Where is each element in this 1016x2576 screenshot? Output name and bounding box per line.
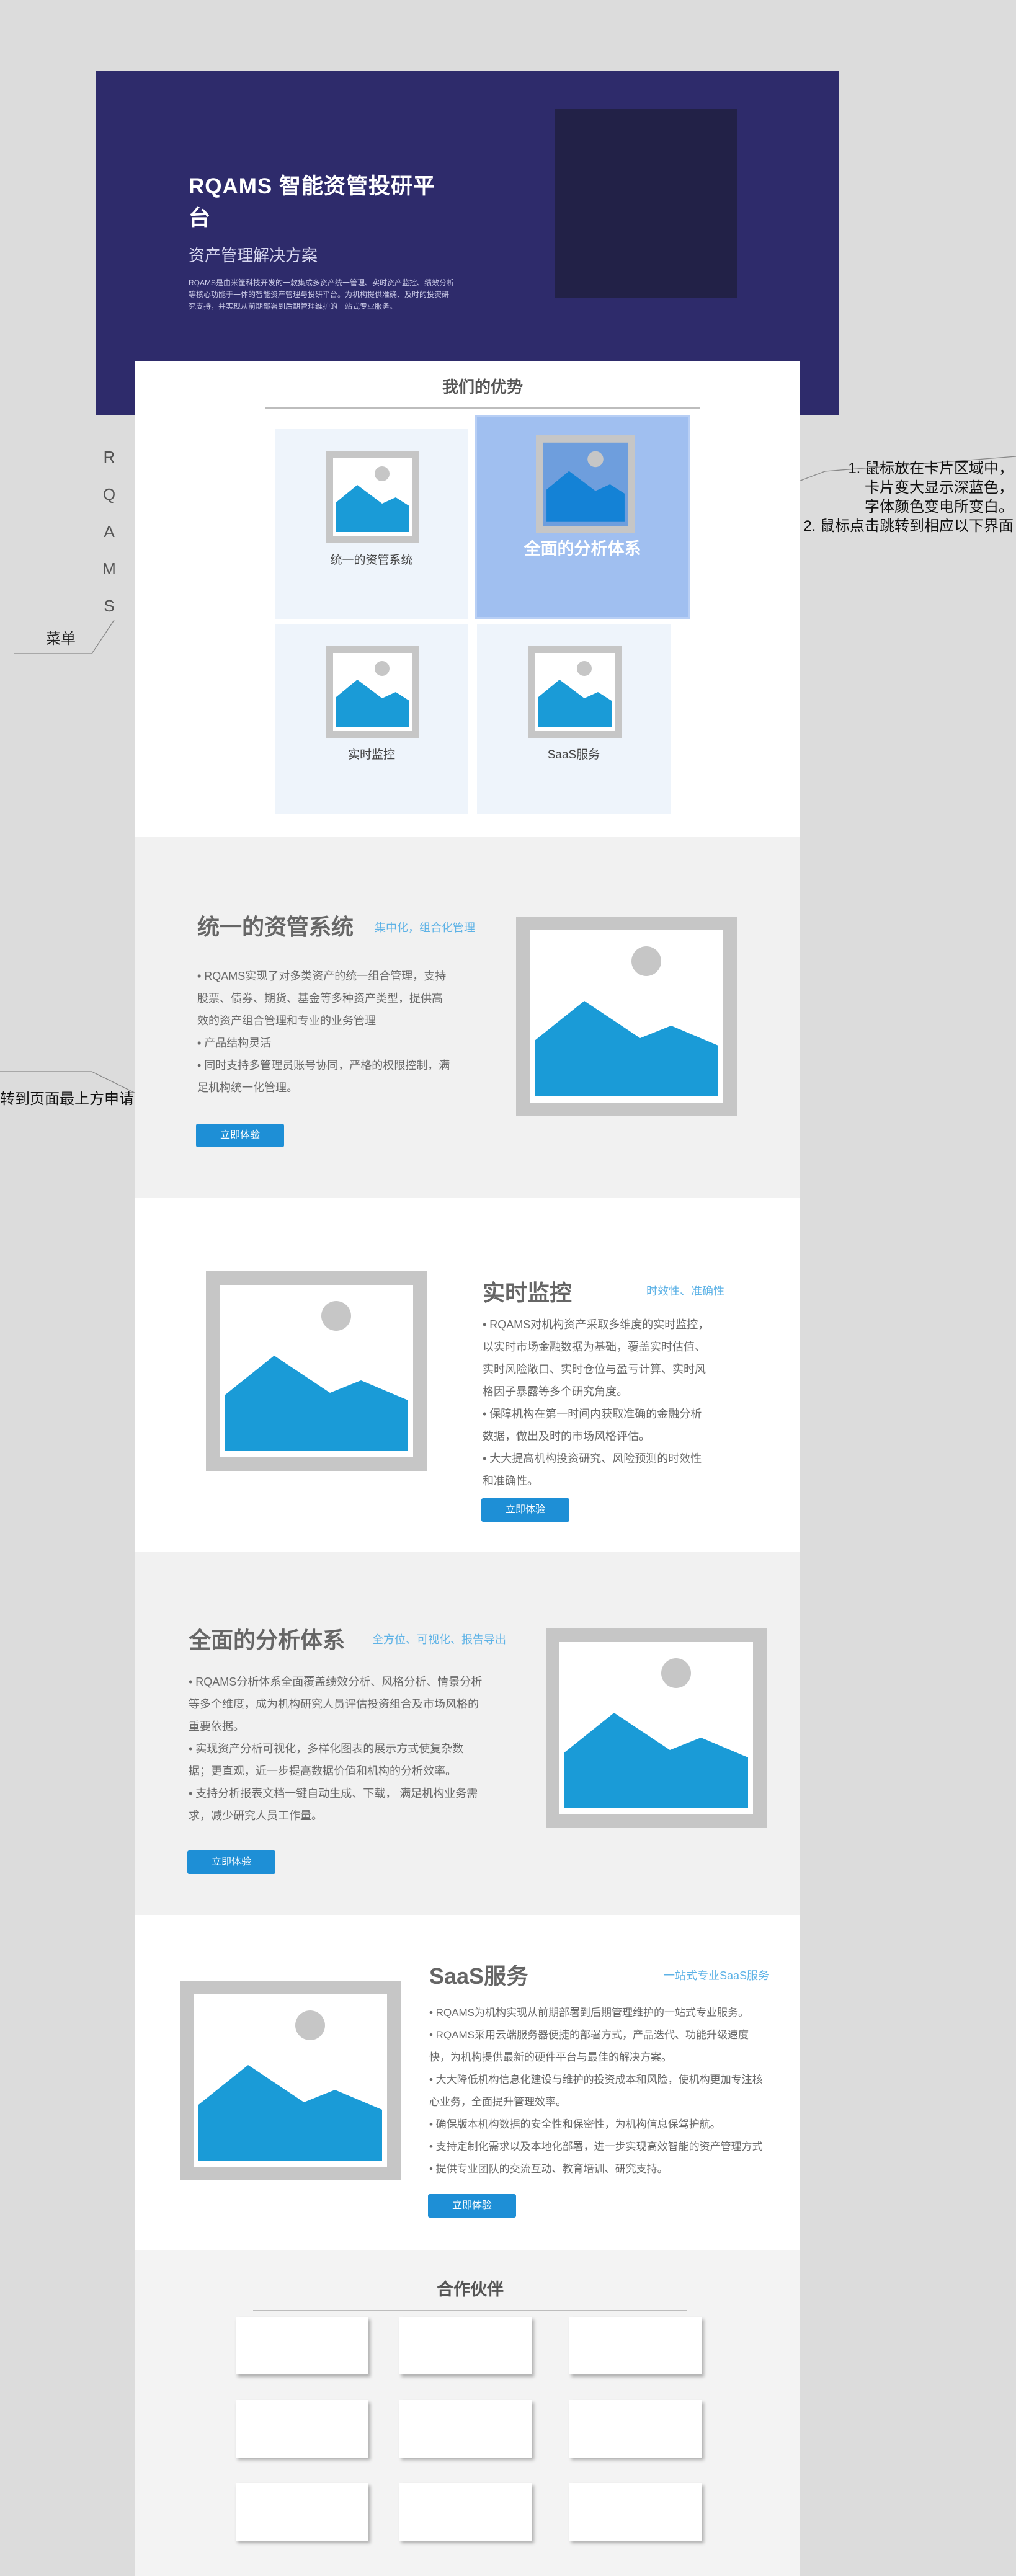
try-now-button[interactable]: 立即体验 xyxy=(428,2194,516,2218)
body-line: 等多个维度，成为机构研究人员评估投资组合及市场风格的 xyxy=(189,1698,479,1710)
body-line: • 产品结构灵活 xyxy=(197,1037,272,1049)
body-line: 格因子暴露等多个研究角度。 xyxy=(483,1385,628,1398)
hero-text: RQAMS 智能资管投研平台 资产管理解决方案 RQAMS是由米筐科技开发的一款… xyxy=(189,169,455,313)
section-analysis: 全面的分析体系 全方位、可视化、报告导出 • RQAMS分析体系全面覆盖绩效分析… xyxy=(135,1552,800,1915)
body-line: • RQAMS分析体系全面覆盖绩效分析、风格分析、情景分析 xyxy=(189,1676,483,1688)
section-title: 统一的资管系统 xyxy=(197,914,354,939)
advantage-card-analysis[interactable]: 全面的分析体系 xyxy=(475,415,690,619)
body-line: 心业务，全面提升管理效率。 xyxy=(429,2096,566,2108)
image-placeholder-icon xyxy=(326,646,419,738)
body-line: • RQAMS为机构实现从前期部署到后期管理维护的一站式专业服务。 xyxy=(429,2007,749,2019)
partner-logo[interactable] xyxy=(569,2400,702,2458)
body-line: 足机构统一化管理。 xyxy=(197,1081,298,1094)
partner-logo[interactable] xyxy=(236,2483,368,2541)
body-line: • 提供专业团队的交流互动、教育培训、研究支持。 xyxy=(429,2163,668,2175)
annotation-line: 2. 鼠标点击跳转到相应以下界面 xyxy=(803,518,1014,535)
partner-logo[interactable] xyxy=(236,2400,368,2458)
partner-logo[interactable] xyxy=(236,2317,368,2374)
image-placeholder-icon xyxy=(546,1628,767,1828)
advantage-card-label: SaaS服务 xyxy=(547,748,600,762)
body-line: • 大大提高机构投资研究、风险预测的时效性 xyxy=(483,1452,702,1465)
image-placeholder-icon xyxy=(206,1271,427,1471)
section-body: • RQAMS分析体系全面覆盖绩效分析、风格分析、情景分析 等多个维度，成为机构… xyxy=(189,1671,482,1827)
body-line: • 保障机构在第一时间内获取准确的金融分析 xyxy=(483,1408,702,1420)
advantage-card-unified[interactable]: 统一的资管系统 xyxy=(275,429,468,619)
section-body: • RQAMS实现了对多类资产的统一组合管理，支持 股票、债券、期货、基金等多种… xyxy=(197,965,450,1099)
hero-subtitle: 资产管理解决方案 xyxy=(189,246,318,265)
side-menu-letter[interactable]: M xyxy=(102,559,116,597)
side-menu-letter[interactable]: R xyxy=(102,448,116,485)
body-line: 实时风险敞口、实时仓位与盈亏计算、实时风 xyxy=(483,1363,706,1375)
annotation-line: 1. 鼠标放在卡片区域中， xyxy=(848,460,1014,477)
hero-title: RQAMS 智能资管投研平台 xyxy=(189,174,436,230)
section-title: SaaS服务 xyxy=(429,1963,529,1989)
try-now-button[interactable]: 立即体验 xyxy=(196,1124,284,1147)
body-line: • RQAMS采用云端服务器便捷的部署方式，产品迭代、功能升级速度 xyxy=(429,2029,749,2041)
partner-logo[interactable] xyxy=(399,2483,532,2541)
advantage-card-label: 统一的资管系统 xyxy=(330,554,413,567)
partners-section: 合作伙伴 xyxy=(135,2250,800,2576)
try-now-button[interactable]: 立即体验 xyxy=(187,1850,275,1874)
partner-logo[interactable] xyxy=(399,2400,532,2458)
body-line: • 实现资产分析可视化，多样化图表的展示方式使复杂数 xyxy=(189,1743,464,1755)
section-tag: 一站式专业SaaS服务 xyxy=(664,1970,770,1982)
apply-annotation: 转到页面最上方申请 xyxy=(0,1091,134,1108)
section-title: 全面的分析体系 xyxy=(189,1627,345,1653)
section-saas: SaaS服务 一站式专业SaaS服务 • RQAMS为机构实现从前期部署到后期管… xyxy=(135,1915,800,2250)
image-placeholder-icon xyxy=(528,646,622,738)
image-placeholder-icon xyxy=(516,917,737,1116)
body-line: • RQAMS对机构资产采取多维度的实时监控， xyxy=(483,1318,710,1331)
body-line: 效的资产组合管理和专业的业务管理 xyxy=(197,1015,376,1027)
body-line: 数据，做出及时的市场风格评估。 xyxy=(483,1430,650,1442)
image-placeholder-icon xyxy=(536,435,635,533)
partner-logo[interactable] xyxy=(399,2317,532,2374)
body-line: • 大大降低机构信息化建设与维护的投资成本和风险，使机构更加专注核 xyxy=(429,2074,763,2085)
section-body: • RQAMS为机构实现从前期部署到后期管理维护的一站式专业服务。 • RQAM… xyxy=(429,2002,763,2180)
image-placeholder-icon xyxy=(180,1981,401,2180)
body-line: 重要依据。 xyxy=(189,1720,244,1733)
annotation-line: 字体颜色变电所变白。 xyxy=(865,499,1014,515)
hover-annotation: 1. 鼠标放在卡片区域中， 卡片变大显示深蓝色， 字体颜色变电所变白。 2. 鼠… xyxy=(803,459,1014,536)
section-realtime: 实时监控 时效性、准确性 • RQAMS对机构资产采取多维度的实时监控， 以实时… xyxy=(135,1198,800,1552)
section-unified: 统一的资管系统 集中化，组合化管理 • RQAMS实现了对多类资产的统一组合管理… xyxy=(135,837,800,1198)
advantage-card-saas[interactable]: SaaS服务 xyxy=(477,624,671,814)
body-line: 快，为机构提供最新的硬件平台与最佳的解决方案。 xyxy=(429,2051,672,2063)
advantage-card-label: 实时监控 xyxy=(347,748,395,762)
side-menu-letter[interactable]: Q xyxy=(102,485,116,522)
body-line: • 确保版本机构数据的安全性和保密性，为机构信息保驾护航。 xyxy=(429,2118,721,2130)
body-line: • 支持分析报表文档一键自动生成、下载， 满足机构业务需 xyxy=(189,1787,478,1800)
section-title: 实时监控 xyxy=(483,1280,573,1305)
body-line: 股票、债券、期货、基金等多种资产类型，提供高 xyxy=(197,992,443,1005)
menu-annotation: 菜单 xyxy=(46,631,76,647)
section-body: • RQAMS对机构资产采取多维度的实时监控， 以实时市场金融数据为基础，覆盖实… xyxy=(483,1313,709,1492)
body-line: • RQAMS实现了对多类资产的统一组合管理，支持 xyxy=(197,970,447,982)
side-menu-letter[interactable]: A xyxy=(102,522,116,559)
advantages-section: 我们的优势 统一的资管系统 全面的分析体系 实时监控 SaaS服务 xyxy=(135,361,800,837)
section-tag: 时效性、准确性 xyxy=(646,1285,724,1297)
partner-logo[interactable] xyxy=(569,2483,702,2541)
partner-logo[interactable] xyxy=(569,2317,702,2374)
body-line: 和准确性。 xyxy=(483,1475,538,1487)
advantages-heading: 我们的优势 xyxy=(265,375,700,409)
try-now-button[interactable]: 立即体验 xyxy=(481,1498,569,1522)
section-tag: 全方位、可视化、报告导出 xyxy=(372,1633,506,1646)
annotation-line: 卡片变大显示深蓝色， xyxy=(865,479,1014,496)
image-placeholder-icon xyxy=(326,451,419,543)
hero-media-placeholder xyxy=(555,109,737,298)
partners-heading: 合作伙伴 xyxy=(253,2276,687,2311)
body-line: 据；更直观，近一步提高数据价值和机构的分析效率。 xyxy=(189,1765,457,1777)
side-menu[interactable]: R Q A M S xyxy=(102,448,116,634)
body-line: 求，减少研究人员工作量。 xyxy=(189,1810,323,1822)
body-line: • 同时支持多管理员账号协同，严格的权限控制，满 xyxy=(197,1059,450,1072)
advantage-card-label: 全面的分析体系 xyxy=(524,540,641,558)
body-line: • 支持定制化需求以及本地化部署，进一步实现高效智能的资产管理方式 xyxy=(429,2141,763,2152)
section-tag: 集中化，组合化管理 xyxy=(375,922,475,934)
side-menu-letter[interactable]: S xyxy=(102,597,116,634)
advantage-card-realtime[interactable]: 实时监控 xyxy=(275,624,468,814)
hero-description: RQAMS是由米筐科技开发的一款集成多资产统一管理、实时资产监控、绩效分析等核心… xyxy=(189,278,455,311)
body-line: 以实时市场金融数据为基础，覆盖实时估值、 xyxy=(483,1341,706,1353)
